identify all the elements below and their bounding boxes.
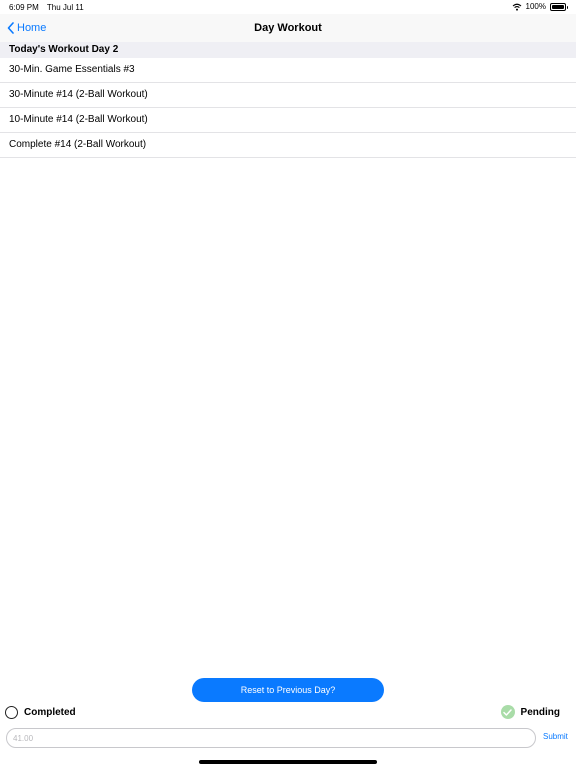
completed-option[interactable]: Completed [5,704,76,720]
radio-unchecked-icon [5,705,18,719]
workout-list: 30-Min. Game Essentials #3 30-Minute #14… [0,58,576,158]
battery-icon [550,2,568,11]
pending-option[interactable]: Pending [500,704,560,720]
wifi-icon [512,3,521,11]
workout-item[interactable]: 10-Minute #14 (2-Ball Workout) [0,108,576,133]
section-title: Today's Workout Day 2 [9,44,119,55]
reset-to-previous-day-button[interactable]: Reset to Previous Day? [192,678,384,702]
completed-label: Completed [24,706,76,718]
pending-label: Pending [520,706,560,718]
status-date: Thu Jul 11 [46,3,84,12]
page-title: Day Workout [254,22,322,34]
status-bar: 6:09 PM Thu Jul 11 100% [0,0,576,14]
submit-button[interactable]: Submit [543,732,568,741]
entry-input[interactable] [6,728,536,748]
status-time: 6:09 PM [9,3,39,12]
home-indicator [199,760,377,764]
workout-item[interactable]: 30-Minute #14 (2-Ball Workout) [0,83,576,108]
checkmark-circle-icon [500,705,515,719]
workout-item[interactable]: Complete #14 (2-Ball Workout) [0,133,576,158]
battery-percent: 100% [525,2,546,11]
workout-item[interactable]: 30-Min. Game Essentials #3 [0,58,576,83]
chevron-left-icon [7,22,14,34]
back-button[interactable]: Home [7,14,46,42]
back-button-label: Home [17,22,47,34]
section-header: Today's Workout Day 2 [0,42,576,58]
navigation-bar: Day Workout Home [0,14,576,43]
